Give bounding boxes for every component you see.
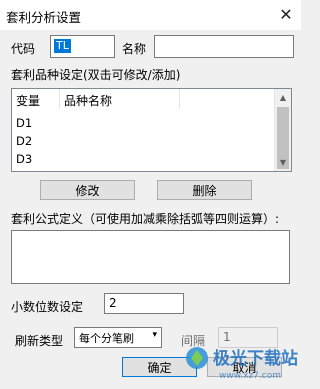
refresh-type-value: 每个分笔刷: [79, 332, 134, 345]
formula-textarea[interactable]: [11, 230, 290, 284]
column-header-empty: [180, 89, 276, 109]
watermark-logo: 极光下载站 www.xz7.com: [183, 332, 301, 386]
window-title: 套利分析设置: [6, 10, 82, 25]
watermark-logo-icon: 极光下载站 www.xz7.com: [186, 347, 298, 381]
list-item[interactable]: D1: [12, 115, 36, 133]
watermark-text: 极光下载站: [213, 348, 298, 369]
column-header-variable[interactable]: 变量: [12, 89, 60, 109]
name-label: 名称: [122, 42, 147, 56]
species-section-label: 套利品种设定(双击可修改/添加): [11, 68, 181, 82]
formula-label: 套利公式定义（可使用加减乘除括弧等四则运算）:: [11, 212, 280, 226]
code-input[interactable]: TL: [50, 35, 115, 58]
chevron-down-icon: ▾: [152, 330, 157, 340]
list-scrollbar[interactable]: ▲ ▼: [274, 89, 291, 171]
list-item-var: D4: [16, 169, 32, 171]
list-item[interactable]: D2: [12, 133, 36, 151]
name-input[interactable]: [154, 35, 294, 58]
delete-button[interactable]: 删除: [157, 180, 252, 200]
list-item[interactable]: D3: [12, 151, 36, 169]
list-item-var: D2: [16, 134, 33, 148]
refresh-type-select[interactable]: 每个分笔刷 ▾: [74, 327, 162, 348]
close-icon[interactable]: ✕: [275, 4, 297, 26]
refresh-type-label: 刷新类型: [15, 334, 64, 348]
list-item-var: D3: [16, 152, 33, 166]
watermark-url: www.xz7.com: [219, 371, 281, 381]
decimals-label: 小数位数设定: [11, 300, 84, 314]
scroll-up-icon[interactable]: ▲: [275, 89, 291, 106]
code-label: 代码: [11, 42, 36, 56]
code-input-selected-text: TL: [54, 39, 71, 53]
decimals-input[interactable]: 2: [104, 293, 184, 314]
column-header-species-name[interactable]: 品种名称: [60, 89, 180, 109]
list-item-var: D1: [16, 116, 33, 130]
species-list[interactable]: 变量 品种名称 D1 D2 D3 D4 ▲ ▼: [11, 88, 292, 172]
scroll-down-icon[interactable]: ▼: [275, 154, 291, 171]
modify-button[interactable]: 修改: [40, 180, 135, 200]
list-item[interactable]: D4: [12, 168, 36, 171]
